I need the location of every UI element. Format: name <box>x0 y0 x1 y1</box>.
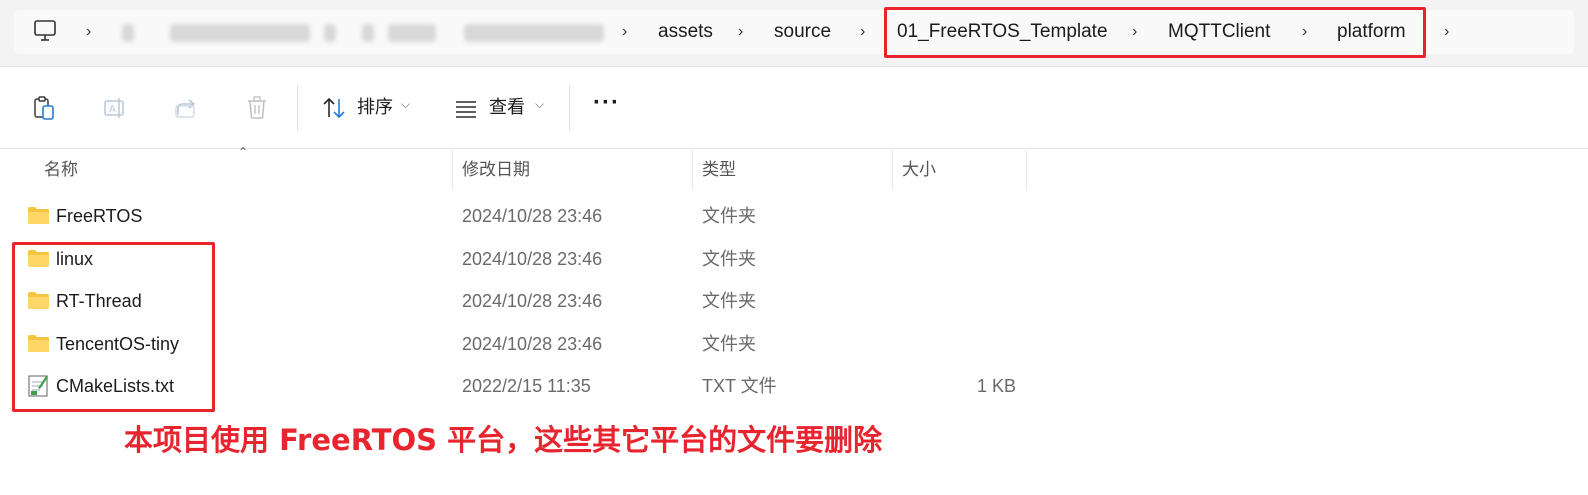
command-bar: A 排序 ⌵ 查看 ⌵ ··· <box>0 67 1588 149</box>
file-type: 文件夹 <box>702 249 756 269</box>
sort-icon[interactable] <box>320 94 348 122</box>
chevron-right-icon[interactable]: › <box>860 21 865 43</box>
chevron-down-icon[interactable]: ⌵ <box>535 97 544 112</box>
chevron-right-icon[interactable]: › <box>1132 21 1137 43</box>
file-modified: 2022/2/15 11:35 <box>462 376 591 396</box>
file-modified: 2024/10/28 23:46 <box>462 334 603 354</box>
breadcrumb-mqttclient[interactable]: MQTTClient <box>1168 20 1270 44</box>
breadcrumb-assets[interactable]: assets <box>658 20 713 44</box>
file-name[interactable]: FreeRTOS <box>56 204 142 228</box>
column-divider[interactable] <box>692 150 693 190</box>
chevron-right-icon[interactable]: › <box>738 21 743 43</box>
computer-icon[interactable] <box>32 19 58 43</box>
file-modified: 2024/10/28 23:46 <box>462 249 603 269</box>
file-modified: 2024/10/28 23:46 <box>462 291 603 311</box>
redacted-path <box>362 24 374 42</box>
view-icon[interactable] <box>452 94 480 122</box>
files-highlight-box <box>12 242 215 412</box>
column-divider[interactable] <box>892 150 893 190</box>
column-divider[interactable] <box>452 150 453 190</box>
column-header-name[interactable]: 名称 <box>44 158 78 182</box>
clipboard-icon[interactable] <box>30 94 58 122</box>
redacted-path <box>388 24 436 42</box>
view-button[interactable]: 查看 <box>489 95 525 119</box>
toolbar-separator <box>297 85 298 131</box>
chevron-down-icon[interactable]: ⌵ <box>401 97 410 112</box>
sort-ascending-icon: ⌃ <box>238 145 249 159</box>
breadcrumb-template[interactable]: 01_FreeRTOS_Template <box>897 20 1108 44</box>
column-header-size[interactable]: 大小 <box>902 158 936 182</box>
file-row[interactable]: FreeRTOS 2024/10/28 23:46 文件夹 <box>0 195 1040 237</box>
column-header-type[interactable]: 类型 <box>702 158 736 182</box>
redacted-path <box>170 24 310 42</box>
breadcrumb-source[interactable]: source <box>774 20 831 44</box>
file-type: TXT 文件 <box>702 376 777 396</box>
file-size: 1 KB <box>976 376 1016 396</box>
svg-text:A: A <box>109 104 116 115</box>
column-header-modified[interactable]: 修改日期 <box>462 158 530 182</box>
folder-icon <box>27 206 50 225</box>
redacted-path <box>464 24 604 42</box>
toolbar-separator <box>569 85 570 131</box>
more-options-button[interactable]: ··· <box>593 91 620 115</box>
rename-icon[interactable]: A <box>101 94 129 122</box>
column-divider[interactable] <box>1026 150 1027 190</box>
redacted-path <box>324 24 336 42</box>
chevron-right-icon[interactable]: › <box>622 21 627 43</box>
chevron-right-icon[interactable]: › <box>1444 21 1449 43</box>
file-type: 文件夹 <box>702 206 756 226</box>
file-modified: 2024/10/28 23:46 <box>462 206 603 226</box>
chevron-right-icon[interactable]: › <box>86 21 91 43</box>
file-type: 文件夹 <box>702 291 756 311</box>
trash-icon[interactable] <box>243 94 271 122</box>
share-icon[interactable] <box>172 94 200 122</box>
annotation-text: 本项目使用 FreeRTOS 平台，这些其它平台的文件要删除 <box>124 423 883 457</box>
redacted-path <box>122 24 134 42</box>
breadcrumb-platform[interactable]: platform <box>1337 20 1406 44</box>
file-type: 文件夹 <box>702 334 756 354</box>
address-bar: › › assets › source › 01_FreeRTOS_Templa… <box>0 0 1588 67</box>
sort-button[interactable]: 排序 <box>357 95 393 119</box>
chevron-right-icon[interactable]: › <box>1302 21 1307 43</box>
